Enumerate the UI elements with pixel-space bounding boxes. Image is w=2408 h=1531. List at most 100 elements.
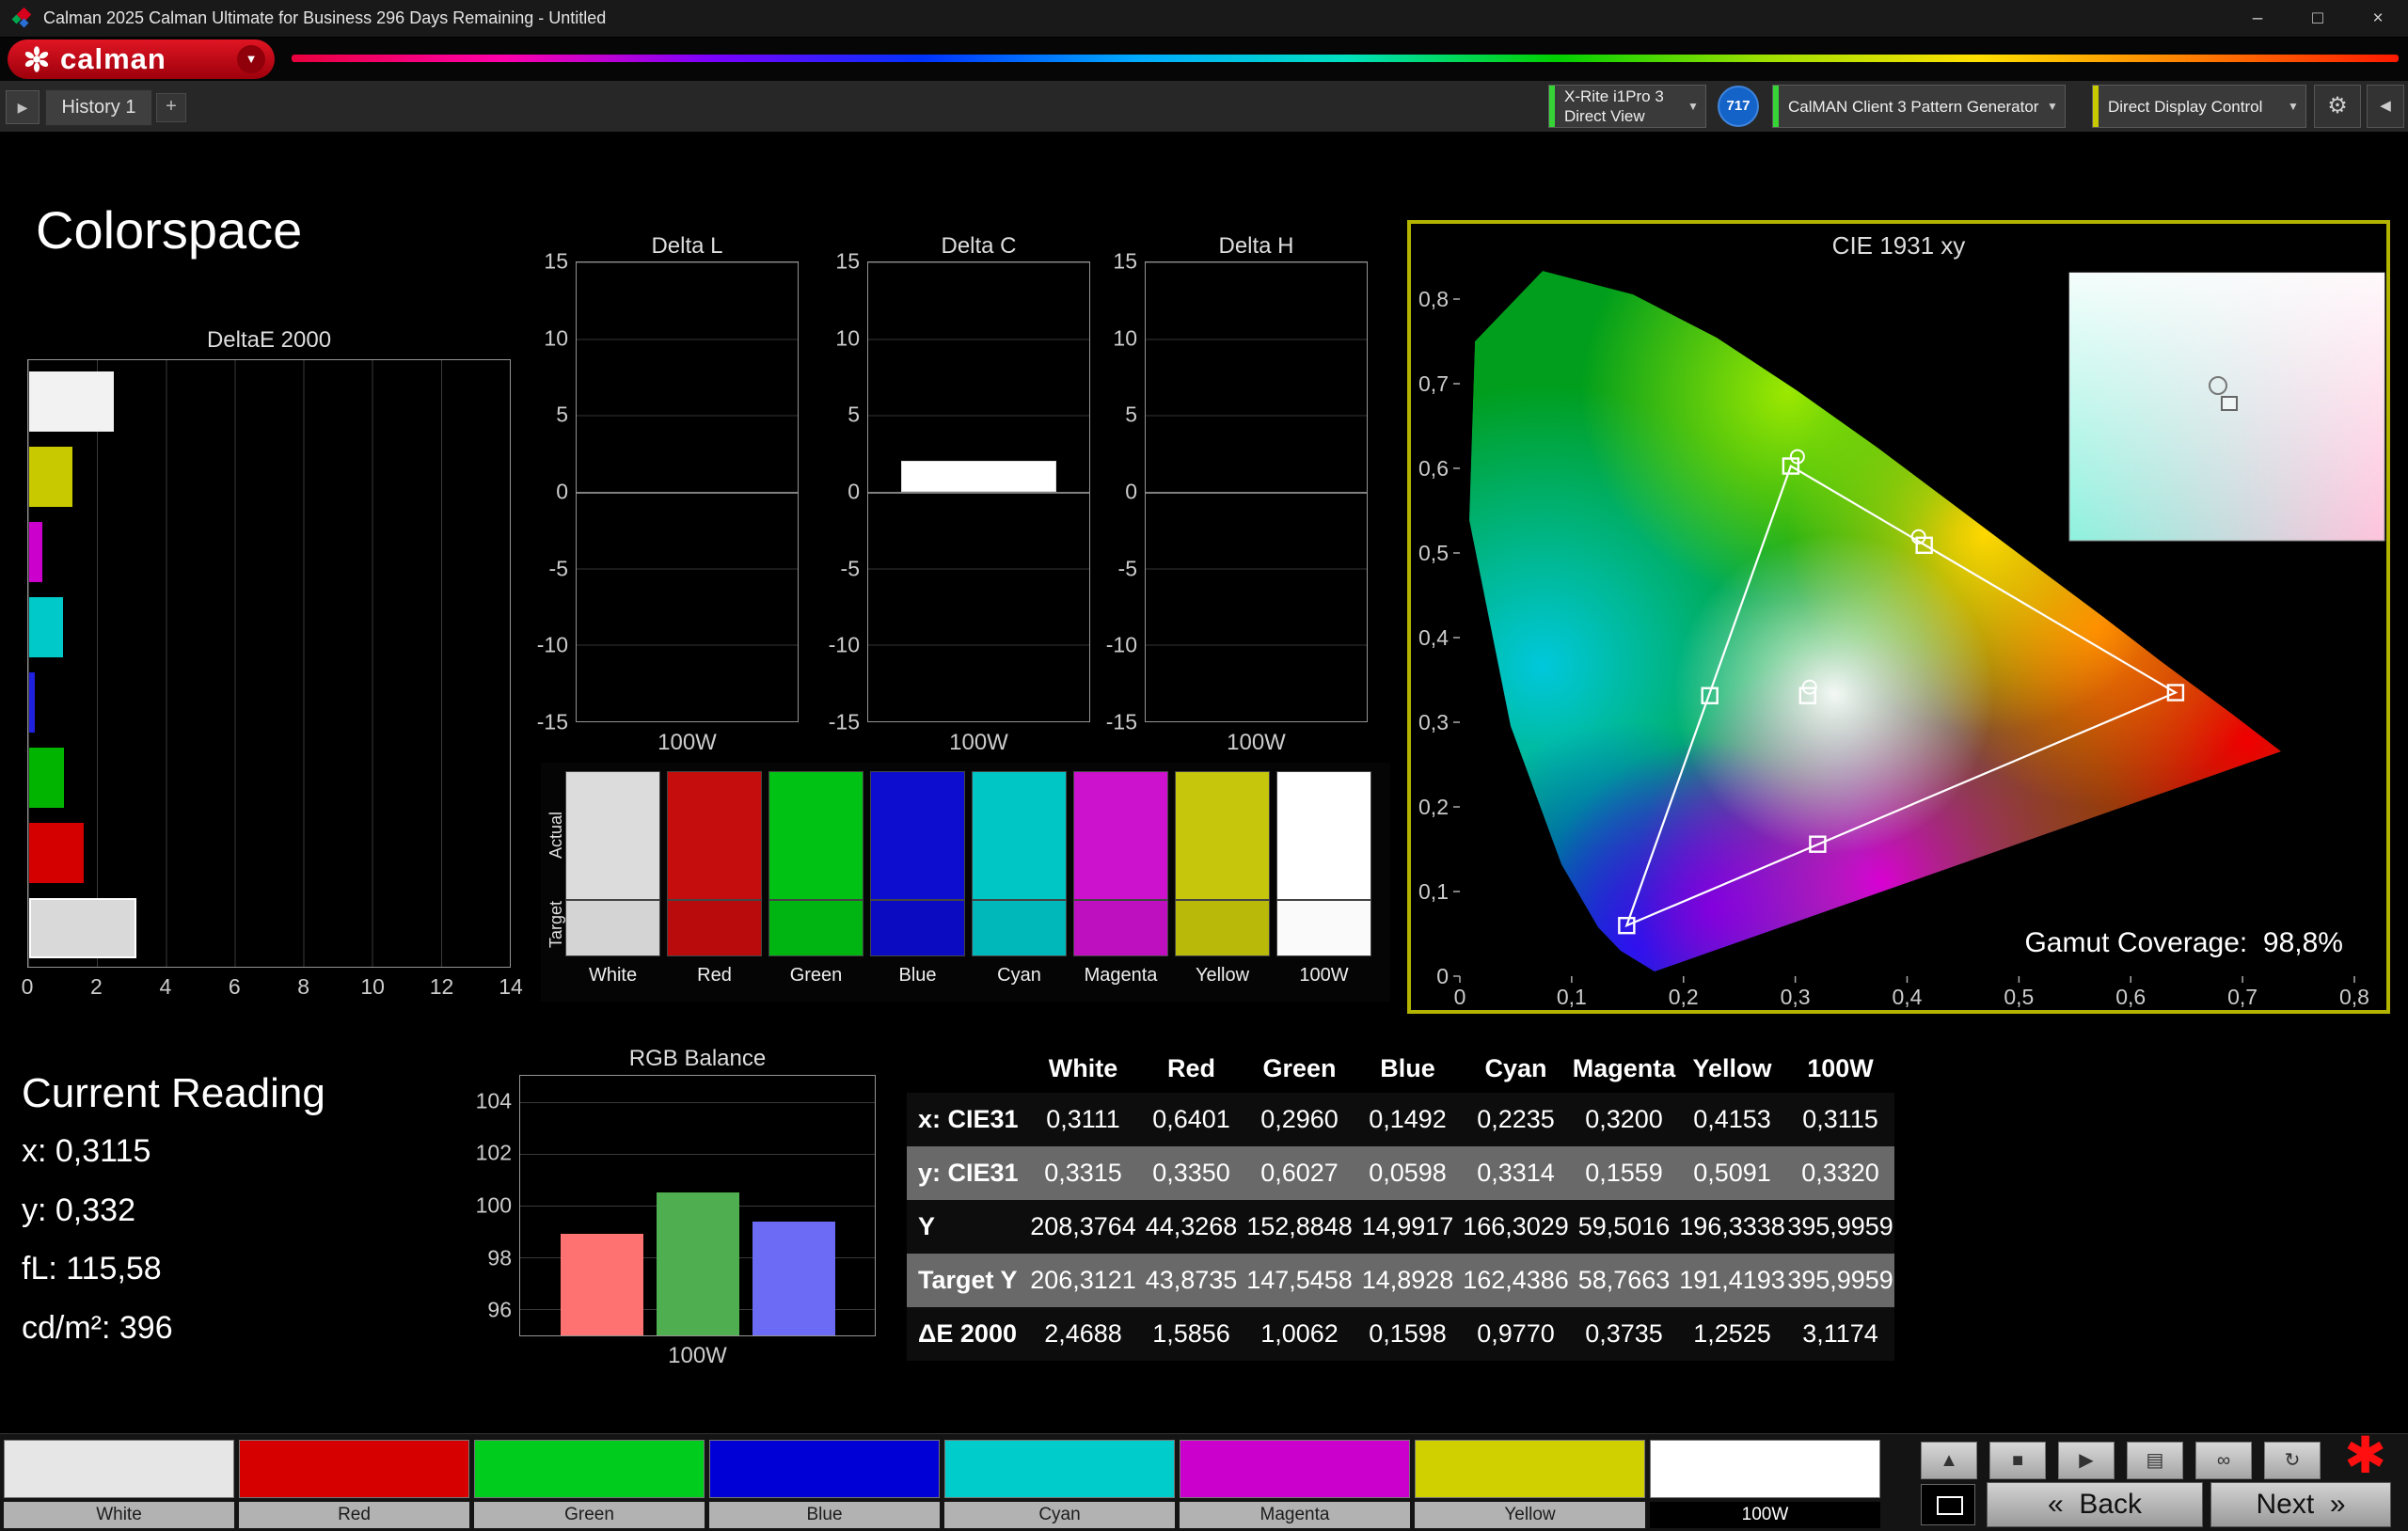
next-button[interactable]: Next » — [2210, 1482, 2391, 1527]
svg-text:0,4: 0,4 — [1418, 625, 1449, 650]
table-cell: 1,0062 — [1260, 1319, 1339, 1348]
table-cell: 0,5091 — [1693, 1159, 1771, 1187]
patch-cyan[interactable]: Cyan — [944, 1440, 1175, 1528]
deltae-bar-magenta — [29, 522, 42, 582]
svg-text:0,2: 0,2 — [1669, 985, 1699, 1009]
swatch-actual-color — [1073, 771, 1168, 900]
chevron-down-icon: ▼ — [1687, 100, 1699, 113]
table-cell: 191,4193 — [1679, 1266, 1785, 1294]
rgb-balance-chart-title: RGB Balance — [628, 1046, 767, 1071]
patch-white[interactable]: White — [4, 1440, 234, 1528]
swatch-target-color — [1175, 900, 1270, 956]
add-tab-button[interactable]: + — [156, 93, 186, 122]
target-row-label: Target — [547, 900, 565, 949]
eject-button[interactable]: ▲ — [1921, 1442, 1977, 1479]
table-cell: 2,4688 — [1044, 1319, 1122, 1348]
svg-text:0: 0 — [1454, 985, 1466, 1009]
patch-label: Yellow — [1415, 1502, 1645, 1528]
pattern-grid-button[interactable]: ▤ — [2127, 1442, 2183, 1479]
rgb-bar-blue — [752, 1221, 835, 1335]
chevron-down-icon: ▼ — [2047, 100, 2058, 113]
table-cell: 0,1598 — [1369, 1319, 1447, 1348]
table-cell: 208,3764 — [1030, 1212, 1136, 1240]
close-button[interactable]: × — [2348, 0, 2408, 37]
patch-swatch — [1650, 1440, 1880, 1498]
table-header-cell: Red — [1166, 1053, 1215, 1082]
deltae-bar-white — [29, 371, 115, 432]
swatch-actual-color — [667, 771, 762, 900]
tab-history-1[interactable]: History 1 — [45, 89, 152, 126]
pattern-controls: ▲ ■ ▶ ▤ ∞ ↻ — [1921, 1434, 2335, 1487]
back-button[interactable]: « Back — [1987, 1482, 2203, 1527]
meter-dropdown[interactable]: X-Rite i1Pro 3 Direct View ▼ — [1548, 85, 1706, 128]
pattern-source-label: CalMAN Client 3 Pattern Generator — [1788, 97, 2039, 116]
table-row-label: y: CIE31 — [918, 1159, 1019, 1187]
tab-scroll-button[interactable]: ▶ — [6, 90, 40, 124]
chevron-down-icon: ▼ — [2288, 100, 2299, 113]
deltae2000-chart-title: DeltaE 2000 — [206, 327, 332, 353]
patch-green[interactable]: Green — [474, 1440, 705, 1528]
deltae-bar-red — [29, 823, 84, 883]
delta-c-chart — [867, 261, 1090, 722]
refresh-button[interactable]: ↻ — [2264, 1442, 2321, 1479]
loop-button[interactable]: ∞ — [2195, 1442, 2252, 1479]
table-cell: 0,1492 — [1369, 1105, 1447, 1133]
swatch-magenta: Magenta — [1073, 771, 1168, 993]
table-header-cell: Cyan — [1484, 1053, 1547, 1082]
table-cell: 0,3314 — [1477, 1159, 1555, 1187]
swatch-actual-color — [768, 771, 863, 900]
swatch-target-color — [565, 900, 660, 956]
swatch-row: White Red Green Blue Cyan Magenta Yellow 100W — [565, 763, 1384, 1002]
table-cell: 0,3111 — [1046, 1105, 1120, 1133]
patch-red[interactable]: Red — [239, 1440, 469, 1528]
swatch-label: White — [588, 965, 638, 986]
table-row-label: Target Y — [918, 1266, 1018, 1294]
patch-label: White — [4, 1502, 234, 1528]
patch-yellow[interactable]: Yellow — [1415, 1440, 1645, 1528]
swatch-target-color — [1073, 900, 1168, 956]
swatch-label: Green — [789, 965, 843, 986]
play-button[interactable]: ▶ — [2058, 1442, 2115, 1479]
pattern-window-button[interactable] — [1921, 1484, 1975, 1525]
swatch-label: Yellow — [1195, 965, 1250, 986]
actual-row-label: Actual — [547, 811, 565, 860]
current-reading-title: Current Reading — [22, 1070, 325, 1116]
settings-gear-button[interactable]: ⚙ — [2314, 85, 2361, 128]
table-cell: 0,1559 — [1585, 1159, 1663, 1187]
maximize-button[interactable]: □ — [2288, 0, 2348, 37]
patch-magenta[interactable]: Magenta — [1180, 1440, 1410, 1528]
patch-100w[interactable]: 100W — [1650, 1440, 1880, 1528]
table-cell: 0,4153 — [1693, 1105, 1771, 1133]
patch-swatch — [1180, 1440, 1410, 1498]
pattern-source-dropdown[interactable]: CalMAN Client 3 Pattern Generator ▼ — [1772, 85, 2066, 128]
table-cell: 58,7663 — [1577, 1266, 1671, 1294]
calman-menu-arrow[interactable]: ▼ — [237, 45, 265, 73]
display-control-dropdown[interactable]: Direct Display Control ▼ — [2092, 85, 2306, 128]
swatch-target-color — [768, 900, 863, 956]
deltae-bar-blue — [29, 672, 35, 733]
patch-swatch — [239, 1440, 469, 1498]
table-row: Y 208,3764 44,3268 152,8848 14,9917 166,3029 5… — [907, 1200, 1894, 1254]
stop-button[interactable]: ■ — [1989, 1442, 2046, 1479]
swatch-cyan: Cyan — [972, 771, 1067, 993]
table-cell: 44,3268 — [1145, 1212, 1238, 1240]
svg-text:0,8: 0,8 — [1418, 287, 1449, 311]
table-cell: 0,3115 — [1802, 1105, 1878, 1133]
table-cell: 0,6401 — [1152, 1105, 1230, 1133]
svg-text:0,6: 0,6 — [2115, 985, 2146, 1009]
minimize-button[interactable]: – — [2227, 0, 2288, 37]
swatch-actual-color — [1175, 771, 1270, 900]
patch-label: Green — [474, 1502, 705, 1528]
svg-text:0: 0 — [1436, 964, 1449, 988]
swatch-target-color — [667, 900, 762, 956]
rgb-balance-chart-footer: 100W — [668, 1343, 727, 1368]
collapse-panel-button[interactable]: ◀ — [2367, 85, 2404, 128]
calman-logo[interactable]: calman ▼ — [8, 39, 275, 79]
swatch-actual-color — [1276, 771, 1371, 900]
delta-l-chart — [576, 261, 799, 722]
alert-asterisk-icon: ✱ — [2344, 1428, 2387, 1484]
patch-blue[interactable]: Blue — [709, 1440, 940, 1528]
deltae-bar-green — [29, 748, 64, 808]
table-cell: 0,2960 — [1260, 1105, 1339, 1133]
swatch-target-color — [870, 900, 965, 956]
